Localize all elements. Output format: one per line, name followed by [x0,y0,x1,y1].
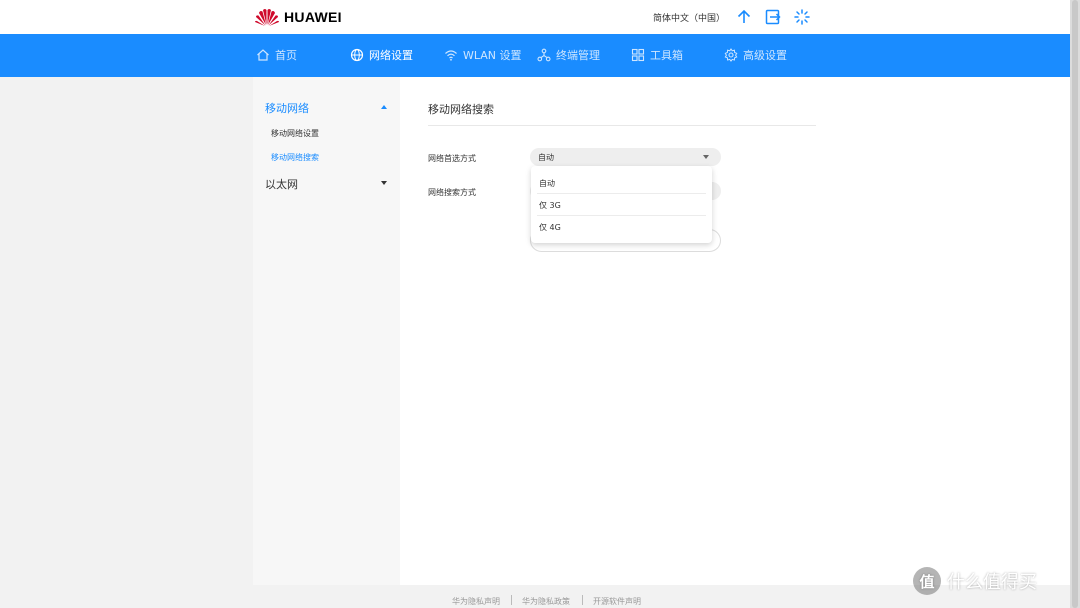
left-gutter [0,0,253,608]
expand-caret-icon[interactable] [381,181,387,185]
preferred-network-value: 自动 [538,153,554,162]
top-header: HUAWEI 简体中文（中国） [0,0,1070,34]
brand-name: HUAWEI [284,9,342,25]
watermark-text: 什么值得买 [947,572,1037,593]
upload-icon[interactable] [735,8,753,26]
preferred-network-dropdown: 自动 仅 3G 仅 4G [531,166,712,243]
preferred-network-label: 网络首选方式 [428,154,476,163]
nav-home[interactable]: 首页 [256,47,297,63]
footer-privacy-statement[interactable]: 华为隐私声明 [452,596,500,607]
dropdown-option-auto[interactable]: 自动 [539,178,555,189]
toolbox-icon [631,48,645,62]
watermark: 值 什么值得买 [913,567,1037,595]
nav-device-label: 终端管理 [556,49,600,62]
nav-advanced-settings[interactable]: 高级设置 [724,47,787,63]
huawei-flower-icon [255,9,279,26]
page-title: 移动网络搜索 [428,103,494,116]
footer-privacy-policy[interactable]: 华为隐私政策 [522,596,570,607]
nav-network-label: 网络设置 [369,49,413,62]
nav-network-settings[interactable]: 网络设置 [350,47,413,63]
nav-home-label: 首页 [275,49,297,62]
nav-toolbox[interactable]: 工具箱 [631,47,683,63]
dropdown-divider [537,193,706,194]
language-selector[interactable]: 简体中文（中国） [653,11,725,24]
logout-icon[interactable] [764,8,782,26]
scrollbar-track[interactable] [1070,0,1080,608]
watermark-badge: 值 [913,567,941,595]
nav-device-management[interactable]: 终端管理 [537,47,600,63]
footer-open-source[interactable]: 开源软件声明 [593,596,641,607]
chevron-down-icon [703,155,709,159]
preferred-network-select[interactable]: 自动 [530,148,721,166]
wifi-icon [445,50,457,61]
scrollbar-thumb[interactable] [1072,0,1078,608]
dropdown-option-4g[interactable]: 仅 4G [539,222,561,233]
dropdown-divider [537,215,706,216]
gear-icon [724,48,738,62]
footer-separator [511,595,512,605]
dropdown-option-3g[interactable]: 仅 3G [539,200,561,211]
loading-icon [794,9,810,25]
sidebar-group-ethernet[interactable]: 以太网 [265,176,298,192]
collapse-caret-icon[interactable] [381,105,387,109]
sidebar-item-mobile-network-settings[interactable]: 移动网络设置 [271,128,319,139]
main-nav: 首页 网络设置 WLAN 设置 终端管理 工具箱 高级设置 [0,34,1070,77]
title-divider [428,125,816,126]
nav-wlan-label: WLAN 设置 [463,49,522,62]
sidebar-group-mobile-network[interactable]: 移动网络 [265,100,309,116]
footer-separator [582,595,583,605]
nav-wlan-settings[interactable]: WLAN 设置 [444,47,522,63]
home-icon [257,49,269,61]
nav-advanced-label: 高级设置 [743,49,787,62]
huawei-logo[interactable]: HUAWEI [254,7,342,27]
nav-toolbox-label: 工具箱 [650,49,683,62]
search-mode-label: 网络搜索方式 [428,188,476,197]
devices-icon [537,48,551,62]
globe-icon [350,48,364,62]
sidebar-item-mobile-network-search[interactable]: 移动网络搜索 [271,152,319,163]
